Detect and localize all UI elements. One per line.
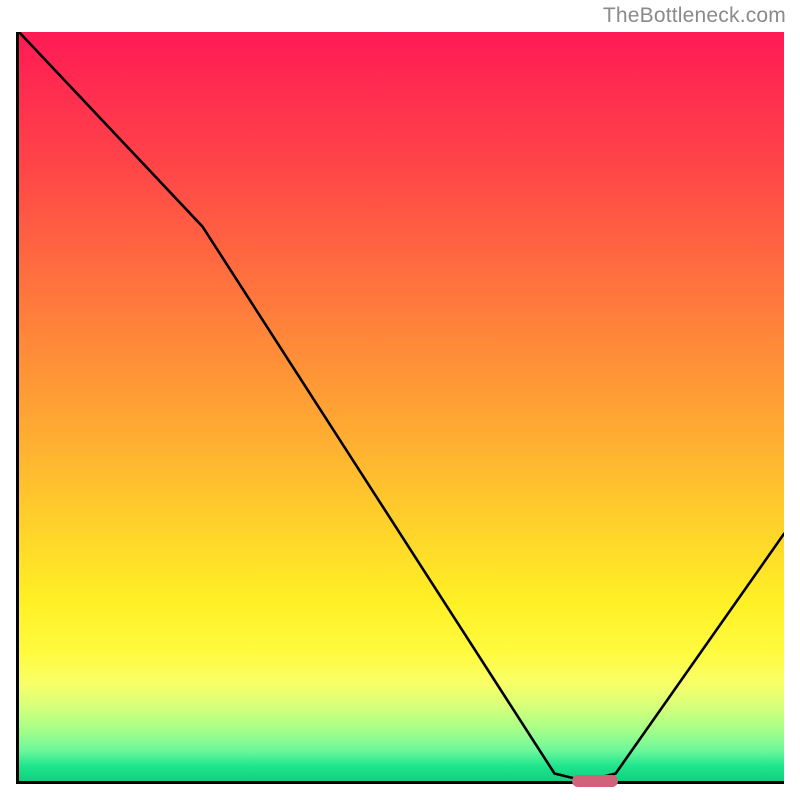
plot-area xyxy=(16,32,784,784)
optimum-marker xyxy=(572,775,618,787)
chart-container: TheBottleneck.com xyxy=(0,0,800,800)
attribution-label: TheBottleneck.com xyxy=(603,4,786,28)
bottleneck-curve xyxy=(19,32,784,781)
